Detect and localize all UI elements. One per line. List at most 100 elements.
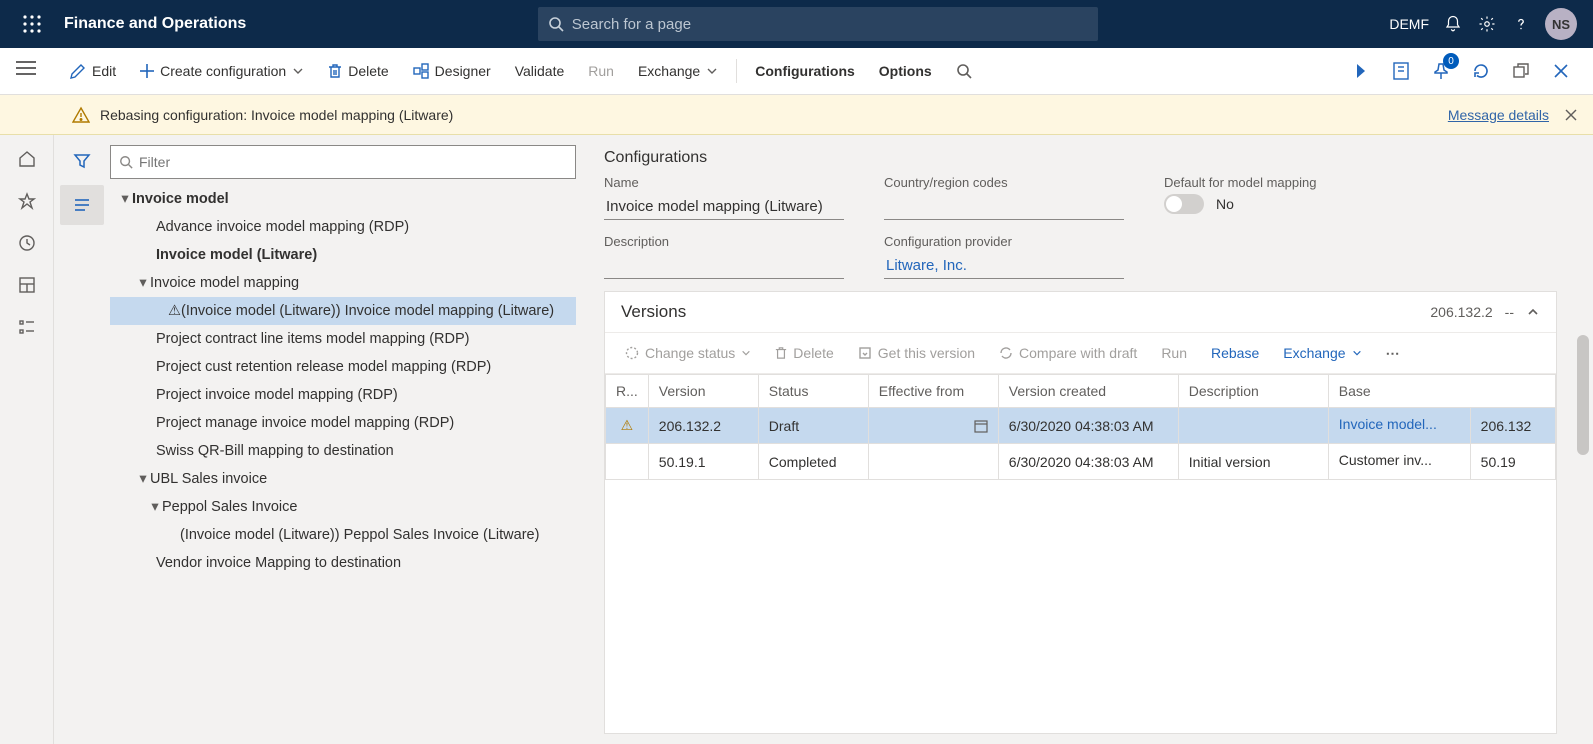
close-icon[interactable] <box>1545 55 1577 87</box>
menu-toggle-icon[interactable] <box>16 60 36 76</box>
popout-icon[interactable] <box>1505 55 1537 87</box>
create-configuration-button[interactable]: Create configuration <box>130 57 314 85</box>
col-effective[interactable]: Effective from <box>868 375 998 408</box>
rail-home-icon[interactable] <box>4 139 50 179</box>
company-label[interactable]: DEMF <box>1389 16 1429 32</box>
col-created[interactable]: Version created <box>998 375 1178 408</box>
tree-node[interactable]: Advance invoice model mapping (RDP) <box>110 213 576 241</box>
cell-status: Completed <box>758 444 868 480</box>
search-box[interactable] <box>538 7 1098 41</box>
split-container: ▾Invoice model Advance invoice model map… <box>54 135 1593 744</box>
desc-value[interactable] <box>604 253 844 279</box>
options-tab[interactable]: Options <box>869 57 942 85</box>
tree-pane: ▾Invoice model Advance invoice model map… <box>54 135 584 744</box>
rail-recent-icon[interactable] <box>4 223 50 263</box>
config-tree: ▾Invoice model Advance invoice model map… <box>110 185 576 577</box>
name-value[interactable]: Invoice model mapping (Litware) <box>604 194 844 220</box>
tree-node[interactable]: ▾Invoice model mapping <box>110 269 576 297</box>
gear-icon[interactable] <box>1477 14 1497 34</box>
filter-icon[interactable] <box>60 141 104 181</box>
search-input[interactable] <box>572 16 1088 33</box>
tree-filter-input[interactable] <box>139 154 567 170</box>
tree-node[interactable]: ▾UBL Sales invoice <box>110 465 576 493</box>
attach-icon[interactable] <box>1345 55 1377 87</box>
tree-node[interactable]: Project manage invoice model mapping (RD… <box>110 409 576 437</box>
configurations-tab[interactable]: Configurations <box>745 57 865 85</box>
tree-node[interactable]: Project contract line items model mappin… <box>110 325 576 353</box>
versions-card: Versions 206.132.2 -- Change status <box>604 291 1557 734</box>
versions-grid: R... Version Status Effective from Versi… <box>605 374 1556 733</box>
name-label: Name <box>604 175 844 190</box>
table-row[interactable]: 50.19.1 Completed 6/30/2020 04:38:03 AM … <box>606 444 1556 480</box>
notification-badge: 0 <box>1443 53 1459 69</box>
run-label: Run <box>588 63 614 79</box>
col-r[interactable]: R... <box>606 375 649 408</box>
rebase-button[interactable]: Rebase <box>1203 341 1267 365</box>
tree-node-selected[interactable]: ⚠(Invoice model (Litware)) Invoice model… <box>110 297 576 325</box>
calendar-icon[interactable] <box>974 419 988 433</box>
help-icon[interactable] <box>1511 14 1531 34</box>
provider-field: Configuration provider Litware, Inc. <box>884 234 1124 279</box>
avatar[interactable]: NS <box>1545 8 1577 40</box>
col-status[interactable]: Status <box>758 375 868 408</box>
app-launcher-icon[interactable] <box>8 15 56 33</box>
tree-node[interactable]: Swiss QR-Bill mapping to destination <box>110 437 576 465</box>
toolbar-search-button[interactable] <box>946 57 982 85</box>
versions-title: Versions <box>621 302 686 322</box>
rail-workspace-icon[interactable] <box>4 265 50 305</box>
exchange-label: Exchange <box>638 63 700 79</box>
search-icon <box>119 155 133 169</box>
refresh-icon[interactable] <box>1465 55 1497 87</box>
delete-button[interactable]: Delete <box>318 57 398 85</box>
tree-node[interactable]: Project invoice model mapping (RDP) <box>110 381 576 409</box>
tree-filter[interactable] <box>110 145 576 179</box>
tree-node[interactable]: (Invoice model (Litware)) Peppol Sales I… <box>110 521 576 549</box>
rail-modules-icon[interactable] <box>4 307 50 347</box>
tree-node[interactable]: Project cust retention release model map… <box>110 353 576 381</box>
cell-created: 6/30/2020 04:38:03 AM <box>998 444 1178 480</box>
tree-node[interactable]: Invoice model (Litware) <box>110 241 576 269</box>
country-value[interactable] <box>884 194 1124 220</box>
versions-delete-button: Delete <box>767 341 841 365</box>
versions-current: 206.132.2 <box>1430 304 1492 320</box>
provider-value[interactable]: Litware, Inc. <box>884 253 1124 279</box>
warning-icon <box>72 106 90 124</box>
compare-button: Compare with draft <box>991 341 1145 365</box>
left-rail <box>0 135 54 744</box>
scrollbar[interactable] <box>1577 335 1589 736</box>
description-field: Description <box>604 234 844 279</box>
pin-icon[interactable]: 0 <box>1425 55 1457 87</box>
cell-version: 50.19.1 <box>648 444 758 480</box>
search-icon <box>956 63 972 79</box>
office-icon[interactable] <box>1385 55 1417 87</box>
main-area: ▾Invoice model Advance invoice model map… <box>0 135 1593 744</box>
bell-icon[interactable] <box>1443 14 1463 34</box>
cell-base-name[interactable]: Invoice model... <box>1339 416 1437 432</box>
rail-star-icon[interactable] <box>4 181 50 221</box>
validate-button[interactable]: Validate <box>505 57 575 85</box>
warning-icon: ⚠ <box>621 417 634 433</box>
col-base[interactable]: Base <box>1328 375 1555 408</box>
list-view-icon[interactable] <box>60 185 104 225</box>
trash-icon <box>328 63 342 79</box>
table-row[interactable]: ⚠ 206.132.2 Draft 6/30/2020 04:38:03 AM … <box>606 408 1556 444</box>
cell-base-name: Customer inv... <box>1339 452 1432 468</box>
more-icon[interactable]: ⋯ <box>1378 345 1410 362</box>
edit-button[interactable]: Edit <box>60 57 126 85</box>
col-desc[interactable]: Description <box>1178 375 1328 408</box>
exchange-button[interactable]: Exchange <box>628 57 728 85</box>
versions-dash: -- <box>1505 304 1514 320</box>
top-bar: Finance and Operations DEMF NS <box>0 0 1593 48</box>
chevron-up-icon[interactable] <box>1526 305 1540 319</box>
versions-exchange-button[interactable]: Exchange <box>1275 341 1369 365</box>
col-version[interactable]: Version <box>648 375 758 408</box>
default-toggle[interactable] <box>1164 194 1204 214</box>
notification-close-icon[interactable] <box>1565 109 1577 121</box>
designer-button[interactable]: Designer <box>403 57 501 85</box>
pencil-icon <box>70 63 86 79</box>
tree-node-root[interactable]: ▾Invoice model <box>110 185 576 213</box>
message-details-link[interactable]: Message details <box>1448 107 1549 123</box>
tree-node[interactable]: Vendor invoice Mapping to destination <box>110 549 576 577</box>
versions-toolbar: Change status Delete Get this version Co… <box>605 333 1556 374</box>
tree-node[interactable]: ▾Peppol Sales Invoice <box>110 493 576 521</box>
